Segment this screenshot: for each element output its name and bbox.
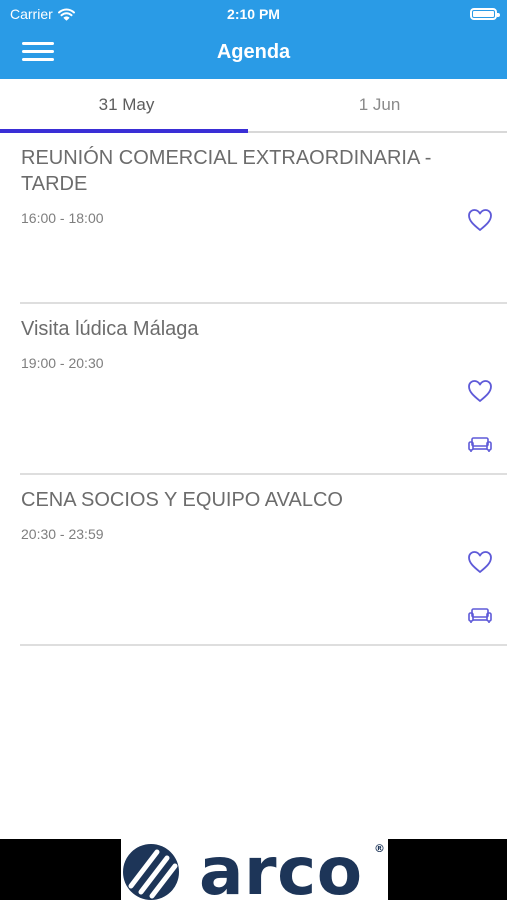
event-time: 19:00 - 20:30 (21, 355, 104, 371)
date-tabs: 31 May 1 Jun (0, 79, 507, 133)
battery-icon (470, 8, 500, 20)
status-time: 2:10 PM (227, 6, 280, 22)
logo-text: arco (199, 839, 363, 900)
event-item[interactable]: REUNIÓN COMERCIAL EXTRAORDINARIA - TARDE… (20, 133, 507, 304)
event-title: CENA SOCIOS Y EQUIPO AVALCO (21, 489, 343, 511)
event-item[interactable]: CENA SOCIOS Y EQUIPO AVALCO 20:30 - 23:5… (20, 475, 507, 646)
app-header: Carrier 2:10 PM Agenda (0, 0, 507, 79)
event-title: Visita lúdica Málaga (21, 318, 199, 340)
event-time: 16:00 - 18:00 (21, 210, 104, 226)
heart-icon[interactable] (466, 549, 494, 575)
tab-label: 31 May (98, 95, 155, 114)
event-item[interactable]: Visita lúdica Málaga 19:00 - 20:30 (20, 304, 507, 475)
tab-31-may[interactable]: 31 May (0, 79, 253, 131)
heart-icon[interactable] (466, 378, 494, 404)
event-time: 20:30 - 23:59 (21, 526, 104, 542)
page-title: Agenda (216, 41, 291, 63)
arco-logo: arco ® (121, 833, 388, 905)
sofa-icon[interactable] (466, 431, 494, 457)
registered-mark: ® (374, 842, 385, 855)
sofa-icon[interactable] (466, 602, 494, 628)
heart-icon[interactable] (466, 207, 494, 233)
tab-1-jun[interactable]: 1 Jun (253, 79, 506, 131)
arco-logo-mark: arco ® (123, 833, 385, 905)
event-title: REUNIÓN COMERCIAL EXTRAORDINARIA - TARDE (21, 147, 432, 195)
tab-label: 1 Jun (358, 95, 401, 114)
